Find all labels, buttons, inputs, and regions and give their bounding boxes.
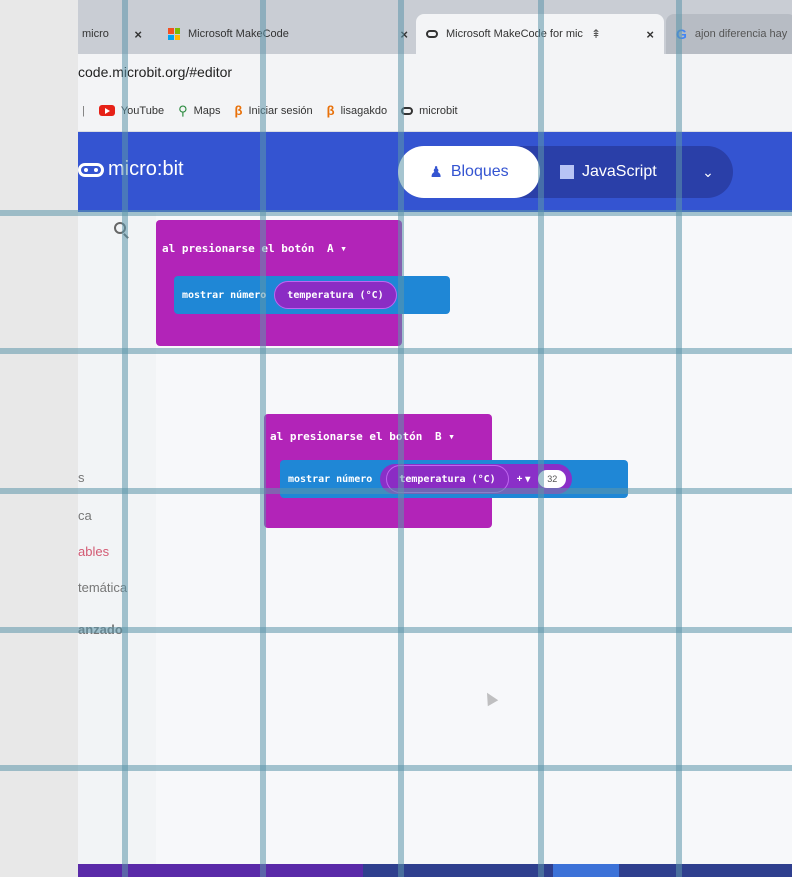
- show-number-block[interactable]: mostrar número temperatura (°C): [174, 276, 450, 314]
- grid-line: [676, 0, 682, 877]
- mouse-cursor-icon: [481, 689, 499, 707]
- grid-line: [260, 0, 266, 877]
- tab-micro[interactable]: micro ×: [78, 14, 152, 54]
- button-dropdown[interactable]: A ▾: [327, 242, 347, 255]
- toolbar-button[interactable]: [553, 864, 619, 877]
- bookmark-label: microbit: [419, 104, 458, 117]
- tab-label: ajon diferencia hay: [694, 28, 788, 40]
- language-dropdown-button[interactable]: ⌄: [688, 146, 728, 198]
- microbit-tab-icon: [426, 30, 438, 38]
- microbit-logo[interactable]: micro:bit: [78, 158, 184, 181]
- bookmark-youtube[interactable]: YouTube: [98, 105, 164, 117]
- bookmark-microbit[interactable]: microbit: [401, 105, 458, 117]
- toolbox-category-math[interactable]: temática: [78, 580, 127, 595]
- tab-makecode[interactable]: Microsoft MakeCode ×: [158, 14, 418, 54]
- map-pin-icon: ⚲: [178, 102, 188, 118]
- grid-line: [122, 0, 128, 877]
- statement-label: mostrar número: [182, 289, 267, 301]
- tab-bar: micro × Microsoft MakeCode × Microsoft M…: [78, 0, 792, 60]
- grid-line: [0, 765, 792, 771]
- button-value: A: [326, 242, 334, 255]
- bookmark-label: Maps: [193, 104, 221, 117]
- dropdown-arrow-icon: ▾: [448, 430, 455, 443]
- microbit-logo-icon: [78, 162, 104, 177]
- button-dropdown[interactable]: B ▾: [435, 430, 455, 443]
- download-bar[interactable]: [78, 864, 363, 877]
- event-title: al presionarse el botón B ▾: [270, 430, 455, 443]
- logo-text: micro:bit: [108, 158, 184, 180]
- microsoft-logo-icon: [168, 28, 180, 40]
- editor-mode-switch: ♟ Bloques JavaScript ⌄: [398, 146, 733, 198]
- bookmark-login[interactable]: β Iniciar sesión: [235, 103, 313, 118]
- button-value: B: [434, 430, 442, 443]
- on-button-pressed-block-a[interactable]: al presionarse el botón A ▾ mostrar núme…: [156, 220, 450, 346]
- puzzle-icon: ♟: [429, 164, 443, 181]
- bottom-toolbar: [78, 864, 792, 877]
- javascript-icon: [560, 165, 574, 179]
- bookmark-separator: |: [82, 104, 85, 117]
- chevron-down-icon: ⌄: [702, 163, 714, 180]
- bookmark-label: Iniciar sesión: [248, 104, 313, 117]
- javascript-button[interactable]: JavaScript: [560, 146, 680, 198]
- bookmark-label: lisagakdo: [340, 104, 388, 117]
- close-icon[interactable]: ×: [646, 27, 654, 42]
- photo-of-screen: micro × Microsoft MakeCode × Microsoft M…: [0, 0, 792, 877]
- toolbox: s ca ables temática anzado: [78, 212, 156, 877]
- tab-label: Microsoft MakeCode: [188, 28, 289, 40]
- tab-label: micro: [82, 28, 109, 40]
- tab-label: Microsoft MakeCode for mic: [446, 28, 583, 40]
- on-button-pressed-block-b[interactable]: al presionarse el botón B ▾ mostrar núme…: [264, 414, 628, 528]
- toolbox-category[interactable]: s: [78, 470, 85, 485]
- javascript-label: JavaScript: [582, 163, 657, 180]
- youtube-icon: [98, 105, 115, 116]
- close-icon[interactable]: ×: [134, 27, 142, 42]
- grid-line: [0, 210, 792, 216]
- browser-window: micro × Microsoft MakeCode × Microsoft M…: [78, 0, 792, 877]
- blogger-icon: β: [234, 103, 243, 118]
- operator-dropdown[interactable]: + ▾: [517, 474, 531, 485]
- tab-google[interactable]: G ajon diferencia hay: [666, 14, 792, 54]
- blogger-icon: β: [326, 103, 335, 118]
- grid-line: [0, 348, 792, 354]
- event-title: al presionarse el botón A ▾: [162, 242, 347, 255]
- grid-line: [0, 627, 792, 633]
- blocks-button[interactable]: ♟ Bloques: [398, 146, 540, 198]
- bookmark-lisagakdo[interactable]: β lisagakdo: [327, 103, 387, 118]
- url-text: code.microbit.org/#editor: [78, 64, 233, 80]
- makecode-header: micro:bit ♟ Bloques JavaScript ⌄: [78, 132, 792, 212]
- grid-line: [538, 0, 544, 877]
- left-border-panel: [0, 0, 78, 877]
- blocks-label: Bloques: [450, 163, 509, 180]
- blocks-workspace[interactable]: al presionarse el botón A ▾ mostrar núme…: [156, 212, 792, 877]
- pin-icon[interactable]: ⇞: [591, 27, 601, 41]
- temperature-reporter[interactable]: temperatura (°C): [274, 281, 397, 309]
- bookmarks-bar: | YouTube ⚲ Maps β Iniciar sesión β lisagak…: [78, 90, 792, 132]
- grid-line: [398, 0, 404, 877]
- toolbox-category-variables[interactable]: ables: [78, 544, 109, 559]
- bookmark-maps[interactable]: ⚲ Maps: [178, 103, 220, 119]
- statement-label: mostrar número: [288, 473, 373, 485]
- dropdown-arrow-icon: ▾: [340, 242, 347, 255]
- address-bar[interactable]: code.microbit.org/#editor: [78, 54, 792, 90]
- grid-line: [0, 488, 792, 494]
- event-label: al presionarse el botón: [162, 242, 315, 255]
- toolbox-category[interactable]: ca: [78, 508, 92, 523]
